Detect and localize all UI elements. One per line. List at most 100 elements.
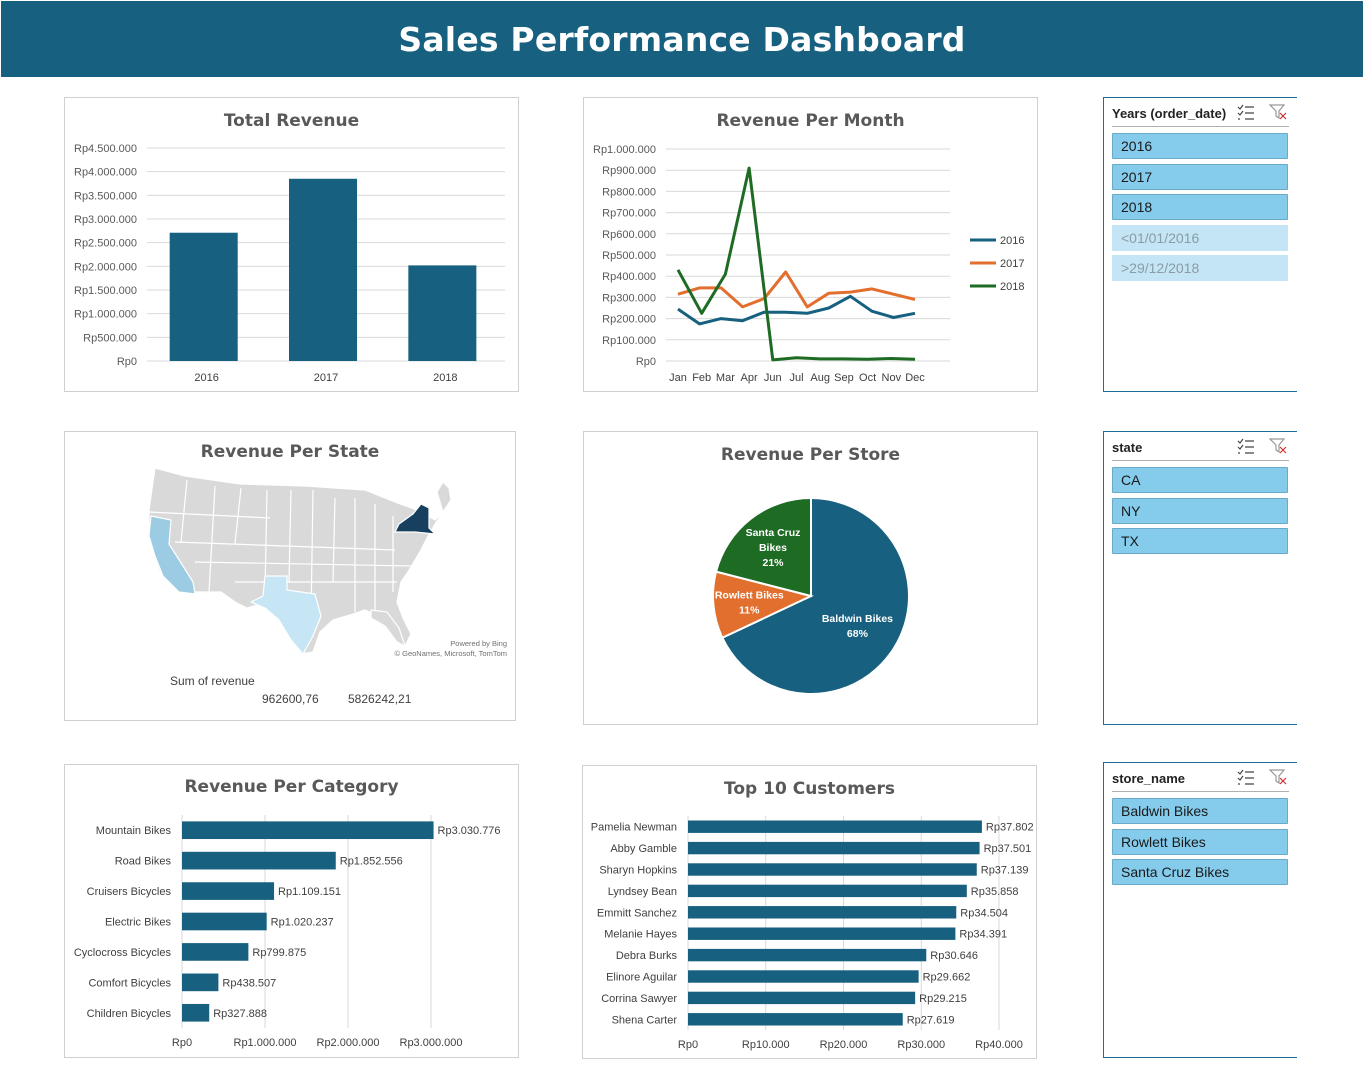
series-line	[677, 270, 916, 309]
revenue-per-store-chart[interactable]: Revenue Per Store Baldwin Bikes 68% Rowlet…	[583, 431, 1038, 725]
y-tick-label: Rp2.000.000	[74, 261, 137, 273]
legend-label: 2018	[1000, 281, 1024, 293]
data-label: Rp29.215	[919, 993, 967, 1005]
slicer-item[interactable]: Rowlett Bikes	[1112, 828, 1288, 855]
multi-select-icon[interactable]	[1237, 104, 1255, 120]
years-slicer[interactable]: Years (order_date) 2016 2017 2018 <01/01/20…	[1103, 97, 1297, 392]
data-label: Rp37.802	[986, 822, 1034, 834]
x-tick-label: 2016	[194, 372, 218, 384]
map-legend-max: 5826242,21	[348, 692, 412, 706]
y-tick-label: Rp4.000.000	[74, 167, 137, 179]
series-line	[676, 166, 916, 362]
revenue-per-month-chart[interactable]: Revenue Per Month Rp0 Rp100.000 Rp200.000 R…	[583, 97, 1038, 392]
y-tick-label: Rp700.000	[602, 208, 656, 220]
data-label: Rp438.507	[222, 977, 276, 989]
top-customers-chart[interactable]: Top 10 Customers Rp0 Rp10.000 Rp20.000 Rp30…	[582, 765, 1037, 1059]
category-label: Melanie Hayes	[604, 929, 677, 941]
bar	[182, 912, 267, 931]
revenue-per-store-plot: Baldwin Bikes 68% Rowlett Bikes 11% Santa Cr…	[712, 496, 910, 695]
slicer-item[interactable]: 2018	[1112, 194, 1288, 220]
pie-label: Santa Cruz	[746, 527, 801, 539]
x-tick-label: Oct	[859, 372, 876, 384]
x-tick-label: Feb	[692, 372, 711, 384]
y-tick-label: Rp800.000	[602, 186, 656, 198]
slicer-item[interactable]: 2016	[1112, 133, 1288, 159]
slicer-title: Years (order_date)	[1112, 106, 1227, 121]
total-revenue-chart[interactable]: Total Revenue Rp0 Rp500.000 Rp1.000.000 Rp1…	[64, 97, 519, 392]
revenue-per-category-chart[interactable]: Revenue Per Category Rp0 Rp1.000.000 Rp2.0…	[64, 764, 519, 1058]
clear-filter-icon[interactable]	[1269, 769, 1287, 785]
page-title: Sales Performance Dashboard	[398, 19, 966, 59]
slicer-item[interactable]: TX	[1112, 528, 1288, 554]
y-tick-label: Rp0	[117, 356, 137, 368]
data-label: Rp29.662	[923, 972, 971, 984]
map-legend-title: Sum of revenue	[170, 674, 255, 688]
clear-filter-icon[interactable]	[1269, 104, 1287, 120]
category-label: Mountain Bikes	[96, 825, 172, 837]
legend-label: 2016	[1000, 235, 1024, 247]
y-tick-label: Rp3.000.000	[74, 214, 137, 226]
x-tick-label: Dec	[905, 372, 925, 384]
x-tick-label: Mar	[716, 372, 735, 384]
category-label: Debra Burks	[616, 950, 678, 962]
slicer-item[interactable]: Santa Cruz Bikes	[1112, 859, 1288, 885]
category-label: Cruisers Bicycles	[87, 886, 172, 898]
bar	[688, 863, 977, 876]
map-legend-min: 962600,76	[262, 692, 319, 706]
bar	[182, 1003, 210, 1022]
y-tick-label: Rp400.000	[602, 271, 656, 283]
y-tick-label: Rp1.000.000	[593, 144, 656, 156]
x-tick-label: Sep	[834, 372, 854, 384]
dashboard-header: Sales Performance Dashboard	[1, 1, 1363, 77]
bar	[408, 265, 477, 361]
x-tick-label: Rp10.000	[742, 1039, 790, 1051]
data-label: Rp27.619	[907, 1014, 955, 1026]
category-label: Abby Gamble	[610, 843, 677, 855]
pie-label: 21%	[762, 557, 784, 569]
y-tick-label: Rp900.000	[602, 165, 656, 177]
category-label: Shena Carter	[612, 1014, 678, 1026]
bar	[182, 851, 336, 870]
category-label: Cyclocross Bicycles	[74, 947, 172, 959]
data-label: Rp37.501	[984, 843, 1032, 855]
map-attribution-bing: Powered by Bing	[450, 639, 507, 648]
category-label: Road Bikes	[115, 856, 172, 868]
top-customers-plot: Rp0 Rp10.000 Rp20.000 Rp30.000 Rp40.000 Pamel…	[591, 816, 1034, 1051]
revenue-per-month-plot: Rp0 Rp100.000 Rp200.000 Rp300.000 Rp400.000 R…	[593, 144, 1024, 384]
x-tick-label: Rp0	[172, 1037, 192, 1049]
pie-label: 11%	[739, 604, 760, 616]
category-label: Pamelia Newman	[591, 822, 677, 834]
pie-label: Rowlett Bikes	[715, 589, 784, 601]
state-slicer[interactable]: state CA NY TX	[1103, 431, 1297, 725]
revenue-per-state-map[interactable]: Revenue Per State Powered by Bing © GeoN…	[64, 431, 516, 721]
bar	[688, 841, 980, 855]
slicer-item[interactable]: >29/12/2018	[1112, 255, 1288, 281]
x-tick-label: Jul	[789, 372, 803, 384]
multi-select-icon[interactable]	[1237, 769, 1255, 785]
x-tick-label: Rp3.000.000	[400, 1037, 463, 1049]
multi-select-icon[interactable]	[1237, 438, 1255, 454]
slicer-item[interactable]: CA	[1112, 467, 1288, 493]
category-label: Corrina Sawyer	[601, 993, 677, 1005]
slicer-item[interactable]: 2017	[1112, 163, 1288, 190]
bar	[688, 884, 967, 898]
clear-filter-icon[interactable]	[1269, 438, 1287, 454]
y-tick-label: Rp600.000	[602, 229, 656, 241]
category-label: Emmitt Sanchez	[597, 907, 677, 919]
y-tick-label: Rp0	[636, 356, 656, 368]
bar	[688, 820, 982, 833]
y-tick-label: Rp100.000	[602, 335, 656, 347]
legend-label: 2017	[1000, 258, 1024, 270]
category-label: Elinore Aguilar	[606, 972, 677, 984]
slicer-item[interactable]: Baldwin Bikes	[1112, 798, 1288, 824]
bar	[688, 1013, 903, 1026]
x-tick-label: Rp2.000.000	[317, 1037, 380, 1049]
y-tick-label: Rp500.000	[602, 250, 656, 262]
slicer-item[interactable]: <01/01/2016	[1112, 224, 1288, 251]
series-line	[677, 294, 916, 326]
slicer-item[interactable]: NY	[1112, 497, 1288, 524]
x-tick-label: 2017	[314, 372, 338, 384]
store-slicer[interactable]: store_name Baldwin Bikes Rowlett Bikes San…	[1103, 762, 1297, 1058]
x-tick-label: 2018	[433, 372, 457, 384]
bar	[182, 973, 219, 992]
